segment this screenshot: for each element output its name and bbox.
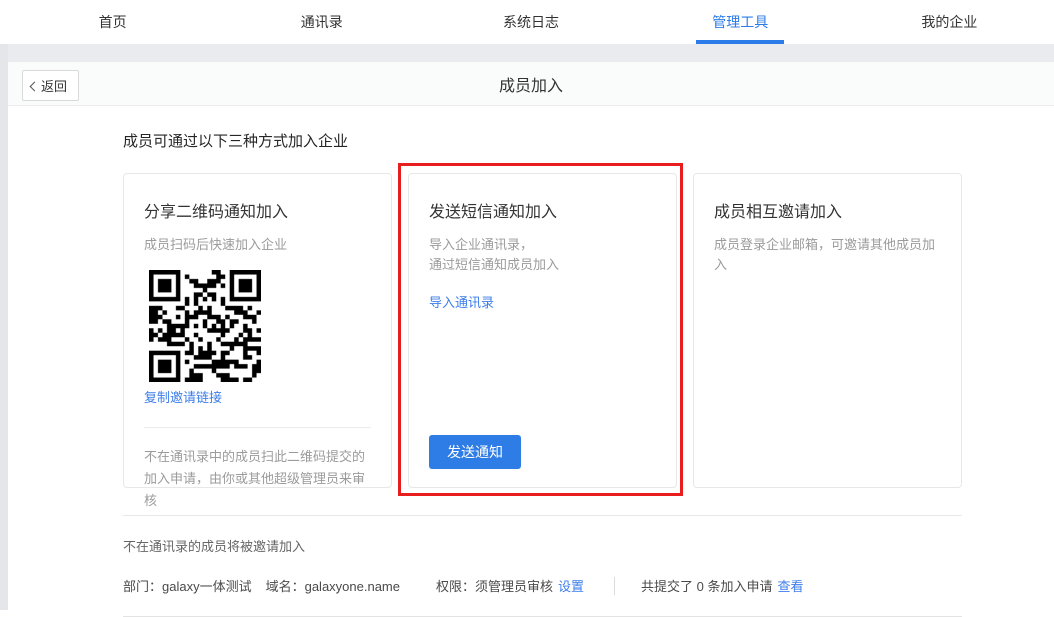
- top-nav: 首页 通讯录 系统日志 管理工具 我的企业: [0, 0, 1054, 44]
- card-qr-join: 分享二维码通知加入 成员扫码后快速加入企业 复制邀请链接 不在通讯录中的成员扫此…: [123, 173, 392, 488]
- permission-settings-link[interactable]: 设置: [558, 576, 584, 595]
- copy-invite-link[interactable]: 复制邀请链接: [144, 390, 222, 405]
- send-notification-button[interactable]: 发送通知: [429, 435, 521, 469]
- card-title: 发送短信通知加入: [429, 198, 656, 222]
- qr-code: [149, 270, 261, 382]
- card-mutual-invite: 成员相互邀请加入 成员登录企业邮箱，可邀请其他成员加入: [693, 173, 962, 488]
- nav-item-system-log[interactable]: 系统日志: [426, 0, 635, 44]
- chevron-left-icon: [30, 81, 40, 91]
- content: 成员可通过以下三种方式加入企业 分享二维码通知加入 成员扫码后快速加入企业 复制…: [8, 106, 1054, 617]
- left-gutter: [0, 44, 8, 610]
- nav-item-contacts[interactable]: 通讯录: [217, 0, 426, 44]
- card-desc: 成员登录企业邮箱，可邀请其他成员加入: [714, 235, 941, 275]
- nav-item-home[interactable]: 首页: [8, 0, 217, 44]
- nav-item-my-company[interactable]: 我的企业: [845, 0, 1054, 44]
- join-method-cards: 分享二维码通知加入 成员扫码后快速加入企业 复制邀请链接 不在通讯录中的成员扫此…: [123, 173, 962, 488]
- active-tab-underline: [696, 40, 784, 44]
- card-desc: 成员扫码后快速加入企业: [144, 235, 371, 255]
- page-title: 成员加入: [499, 72, 563, 96]
- footer-info-row: 部门：galaxy一体测试 域名：galaxyone.name 权限：须管理员审…: [123, 576, 1054, 595]
- back-button[interactable]: 返回: [22, 70, 79, 101]
- section-heading: 成员可通过以下三种方式加入企业: [123, 130, 1054, 151]
- card-title: 成员相互邀请加入: [714, 198, 941, 222]
- permission-value: 权限：须管理员审核: [436, 576, 553, 595]
- divider: [144, 427, 371, 428]
- page-background-strip: [0, 44, 1054, 62]
- footer-note: 不在通讯录的成员将被邀请加入: [123, 536, 1054, 555]
- view-applications-link[interactable]: 查看: [778, 576, 804, 595]
- card-title: 分享二维码通知加入: [144, 198, 371, 222]
- vertical-divider: [614, 577, 615, 595]
- card-sms-join: 发送短信通知加入 导入企业通讯录， 通过短信通知成员加入 导入通讯录 发送通知: [408, 173, 677, 488]
- import-contacts-link[interactable]: 导入通讯录: [429, 292, 494, 311]
- department-value: 部门：galaxy一体测试: [123, 576, 252, 595]
- title-bar: 返回 成员加入: [8, 62, 1054, 106]
- nav-item-admin-tools[interactable]: 管理工具: [636, 0, 845, 44]
- main-panel: 返回 成员加入 成员可通过以下三种方式加入企业 分享二维码通知加入 成员扫码后快…: [8, 62, 1054, 610]
- card-note: 不在通讯录中的成员扫此二维码提交的加入申请，由你或其他超级管理员来审核: [144, 446, 371, 512]
- card-desc: 导入企业通讯录， 通过短信通知成员加入: [429, 235, 656, 275]
- back-button-label: 返回: [41, 76, 67, 95]
- domain-value: 域名：galaxyone.name: [266, 576, 400, 595]
- divider: [123, 515, 962, 516]
- submitted-count-text: 共提交了 0 条加入申请: [641, 576, 772, 595]
